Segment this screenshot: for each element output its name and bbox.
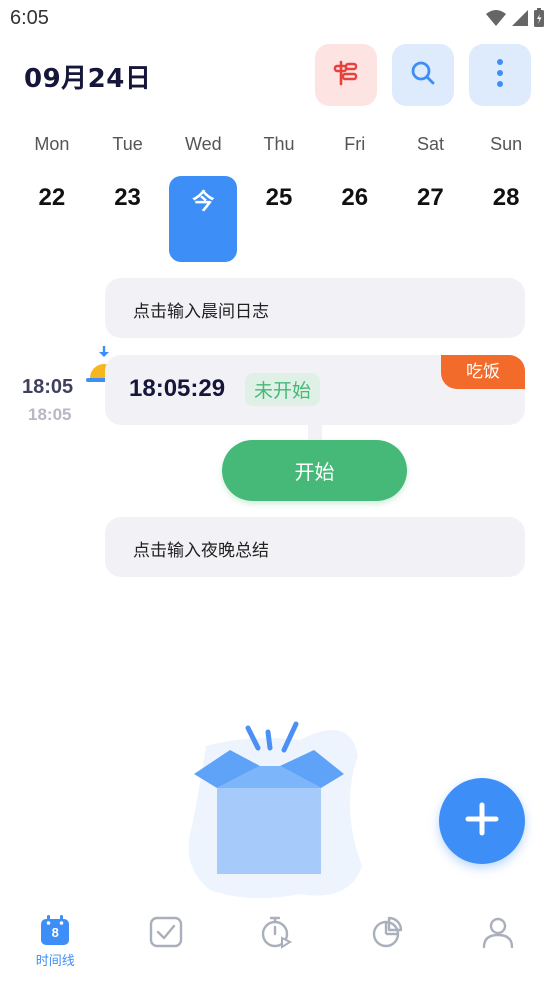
tab-label: 时间线 [35,954,75,969]
more-button[interactable] [469,44,531,106]
plus-icon [464,801,500,841]
wifi-icon [485,9,507,31]
event-clock: 18:05:29 [129,375,226,402]
event-time: 18:05 [22,376,74,398]
weekday-label: Wed [184,134,222,154]
night-summary-card[interactable]: 点击输入夜晚总结 [105,517,525,577]
checkbox-icon [148,914,184,954]
date-cell[interactable]: 26 [317,176,393,262]
morning-log-card[interactable]: 点击输入晨间日志 [105,278,525,338]
status-time: 6:05 [10,7,49,29]
event-card[interactable]: 18:05:29 未开始 吃饭 [105,355,525,425]
tab-timer[interactable] [221,906,331,983]
date-cell[interactable]: 25 [241,176,317,262]
weekday-label: Sun [490,134,523,154]
weekday-label: Mon [34,134,70,154]
status-badge: 未开始 [245,373,321,406]
timeline-toggle-button[interactable] [315,44,377,106]
weekday-labels: Mon Tue Wed Thu Fri Sat Sun [14,134,544,155]
event-time-secondary: 18:05 [28,405,72,424]
status-icons [485,8,545,32]
start-button[interactable]: 开始 [222,440,407,501]
tab-profile[interactable] [443,906,553,983]
header: 09月24日 [0,44,553,106]
night-summary-placeholder: 点击输入夜晚总结 [133,541,269,561]
weekday-label: Fri [344,134,366,154]
search-icon [409,59,437,91]
calendar-badge: 8 [51,925,59,940]
page-title: 09月24日 [24,64,152,94]
timeline-toggle-icon [332,59,360,91]
status-bar: 6:05 [0,0,553,40]
morning-log-placeholder: 点击输入晨间日志 [133,302,269,322]
date-cell[interactable]: 28 [468,176,544,262]
date-cell[interactable]: 27 [393,176,469,262]
date-cell[interactable]: 22 [14,176,90,262]
calendar-icon: 8 [39,914,71,946]
weekday-label: Tue [112,134,143,154]
signal-icon [511,9,529,31]
more-vertical-icon [496,58,504,92]
add-button[interactable] [439,778,525,864]
bottom-tab-bar: 8 时间线 [0,906,553,983]
open-box-illustration [180,716,370,910]
tab-timeline[interactable]: 8 时间线 [0,906,110,983]
date-strip: 22 23 今 25 26 27 28 [14,176,544,262]
person-icon [480,914,516,954]
pie-chart-icon [369,914,405,954]
tab-todo[interactable] [111,906,221,983]
weekday-label: Thu [263,134,295,154]
battery-icon [533,8,545,32]
event-tag: 吃饭 [441,355,525,389]
tab-stats[interactable] [332,906,442,983]
weekday-label: Sat [416,134,444,154]
search-button[interactable] [392,44,454,106]
timer-icon [258,914,294,954]
date-cell[interactable]: 23 [90,176,166,262]
date-cell-today[interactable]: 今 [169,176,238,262]
